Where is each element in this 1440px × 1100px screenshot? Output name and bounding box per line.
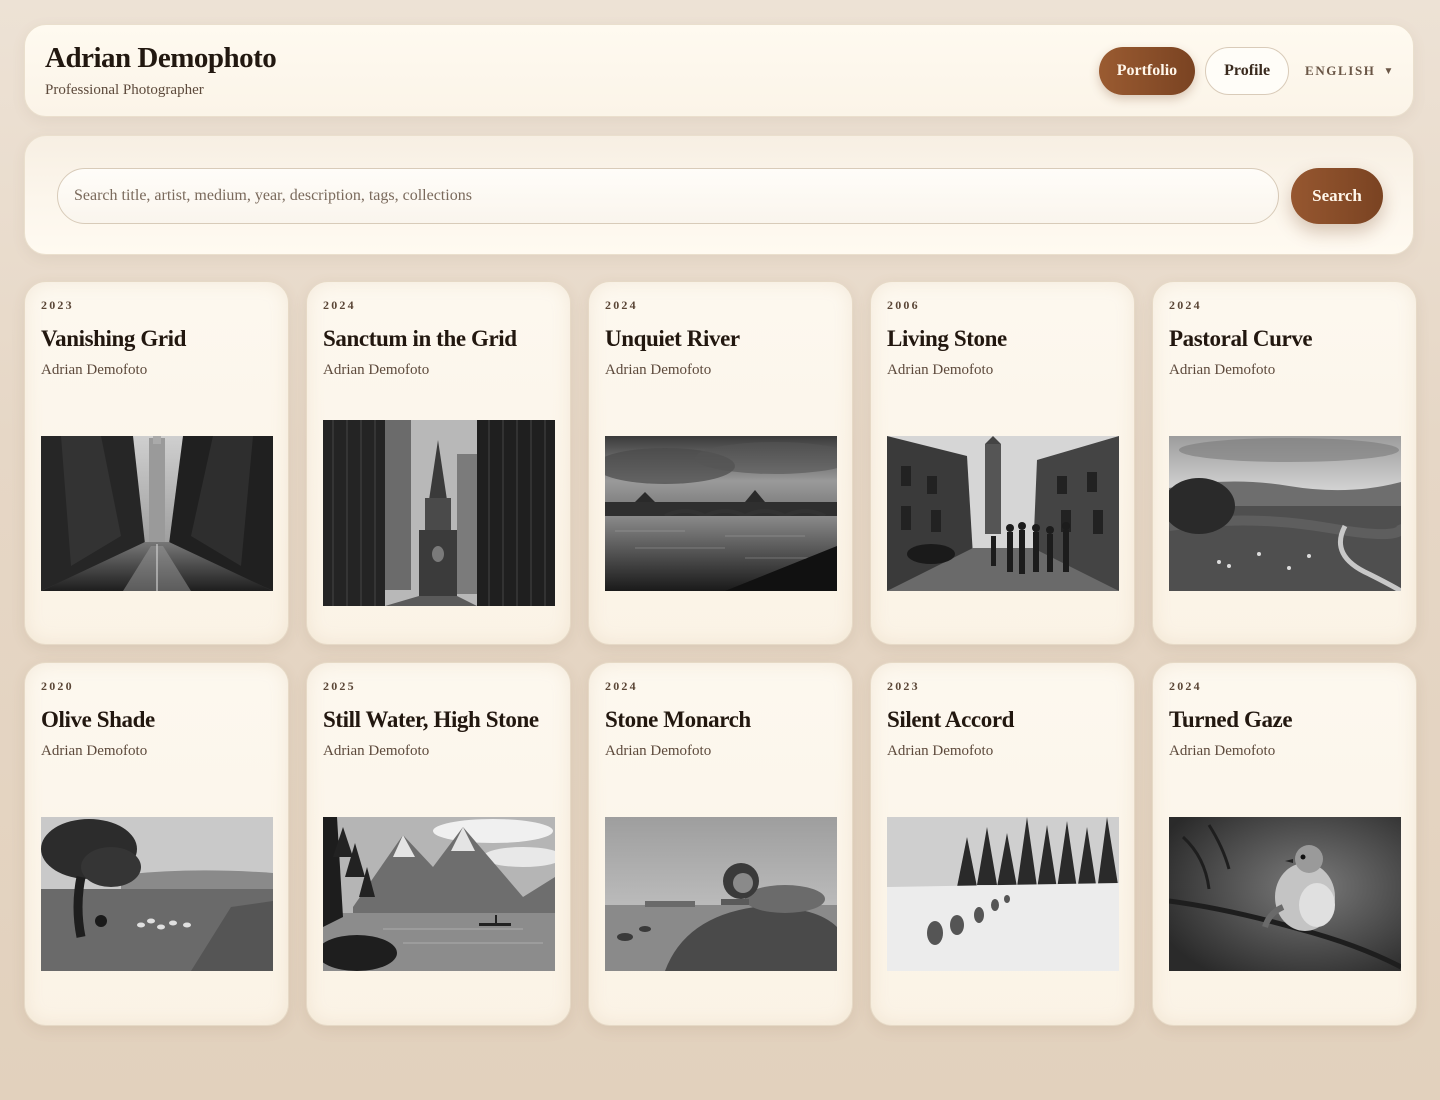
- artwork-title: Silent Accord: [887, 707, 1015, 732]
- profile-button[interactable]: Profile: [1205, 47, 1290, 95]
- artwork-title: Sanctum in the Grid: [323, 326, 517, 351]
- artwork-card[interactable]: 2024 Unquiet River Adrian Demofoto: [588, 281, 853, 645]
- artwork-title: Still Water, High Stone: [323, 707, 539, 732]
- site-title[interactable]: Adrian Demophoto: [45, 41, 277, 75]
- artwork-artist: Adrian Demofoto: [605, 362, 712, 378]
- artwork-artist: Adrian Demofoto: [605, 743, 712, 759]
- artwork-artist: Adrian Demofoto: [323, 743, 430, 759]
- bird-photo[interactable]: [1169, 817, 1401, 971]
- artwork-card[interactable]: 2023 Vanishing Grid Adrian Demofoto: [24, 281, 289, 645]
- countryside-photo[interactable]: [1169, 436, 1401, 591]
- site-subtitle: Professional Photographer: [45, 82, 204, 98]
- artwork-year: 2023: [887, 679, 920, 693]
- search-button[interactable]: Search: [1291, 168, 1383, 224]
- old-town-street-photo[interactable]: [887, 436, 1119, 591]
- portfolio-button[interactable]: Portfolio: [1098, 47, 1196, 95]
- artwork-grid: 2023 Vanishing Grid Adrian Demofoto 2024…: [24, 281, 1417, 1026]
- main-nav: Portfolio Profile ENGLISH ▼: [1098, 47, 1395, 95]
- search-panel: Search: [24, 135, 1414, 255]
- mountain-lake-photo[interactable]: [323, 817, 555, 971]
- wolves-snow-photo[interactable]: [887, 817, 1119, 971]
- artwork-card[interactable]: 2006 Living Stone Adrian Demofoto: [870, 281, 1135, 645]
- artwork-year: 2024: [323, 298, 356, 312]
- language-label: ENGLISH: [1305, 63, 1376, 78]
- artwork-year: 2024: [1169, 298, 1202, 312]
- artwork-card[interactable]: 2024 Sanctum in the Grid Adrian Demofoto: [306, 281, 571, 645]
- artwork-artist: Adrian Demofoto: [887, 362, 994, 378]
- artwork-year: 2024: [605, 298, 638, 312]
- site-header: Adrian Demophoto Professional Photograph…: [24, 24, 1414, 117]
- artwork-title: Vanishing Grid: [41, 326, 187, 351]
- artwork-card[interactable]: 2024 Turned Gaze Adrian Demofoto: [1152, 662, 1417, 1026]
- chevron-down-icon: ▼: [1383, 65, 1395, 77]
- artwork-year: 2024: [1169, 679, 1202, 693]
- artwork-artist: Adrian Demofoto: [887, 743, 994, 759]
- artwork-card[interactable]: 2024 Pastoral Curve Adrian Demofoto: [1152, 281, 1417, 645]
- olive-tree-photo[interactable]: [41, 817, 273, 971]
- artwork-year: 2024: [605, 679, 638, 693]
- artwork-title: Living Stone: [887, 326, 1007, 351]
- artwork-title: Pastoral Curve: [1169, 326, 1313, 351]
- language-selector[interactable]: ENGLISH ▼: [1305, 63, 1395, 79]
- artwork-card[interactable]: 2025 Still Water, High Stone Adrian Demo…: [306, 662, 571, 1026]
- artwork-year: 2023: [41, 298, 74, 312]
- artwork-title: Unquiet River: [605, 326, 740, 351]
- artwork-card[interactable]: 2024 Stone Monarch Adrian Demofoto: [588, 662, 853, 1026]
- artwork-artist: Adrian Demofoto: [41, 743, 148, 759]
- artwork-artist: Adrian Demofoto: [1169, 362, 1276, 378]
- cathedral-photo[interactable]: [323, 420, 555, 606]
- river-photo[interactable]: [605, 436, 837, 591]
- artwork-year: 2025: [323, 679, 356, 693]
- artwork-title: Olive Shade: [41, 707, 155, 732]
- artwork-artist: Adrian Demofoto: [323, 362, 430, 378]
- search-input[interactable]: [57, 168, 1279, 224]
- artwork-card[interactable]: 2023 Silent Accord Adrian Demofoto: [870, 662, 1135, 1026]
- artwork-artist: Adrian Demofoto: [1169, 743, 1276, 759]
- artwork-artist: Adrian Demofoto: [41, 362, 148, 378]
- artwork-year: 2006: [887, 298, 920, 312]
- artwork-year: 2020: [41, 679, 74, 693]
- artwork-card[interactable]: 2020 Olive Shade Adrian Demofoto: [24, 662, 289, 1026]
- city-street-photo[interactable]: [41, 436, 273, 591]
- lion-photo[interactable]: [605, 817, 837, 971]
- artwork-title: Turned Gaze: [1169, 707, 1293, 732]
- artwork-title: Stone Monarch: [605, 707, 751, 732]
